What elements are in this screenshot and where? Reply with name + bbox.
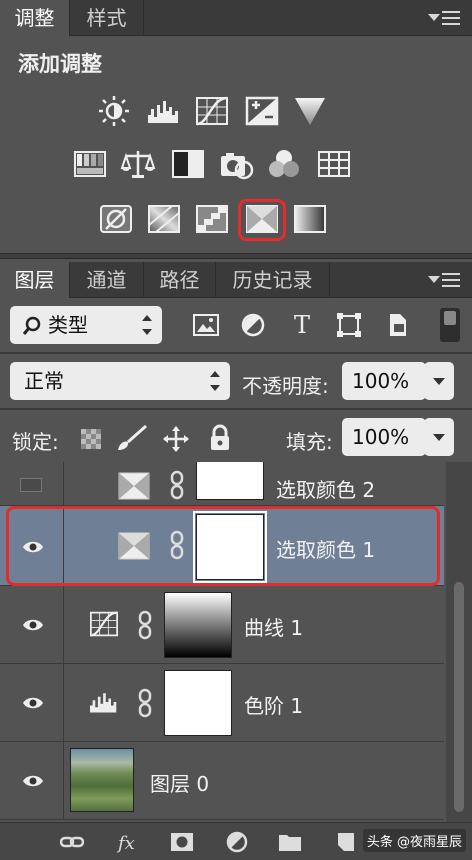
color-balance-icon[interactable] — [120, 148, 156, 180]
black-white-icon[interactable] — [170, 148, 206, 180]
eye-icon — [23, 697, 43, 709]
hue-saturation-icon[interactable] — [72, 148, 108, 180]
layer-image-thumbnail[interactable] — [70, 748, 134, 812]
lock-pixels-brush-icon[interactable] — [114, 424, 148, 452]
layer-mask-thumbnail[interactable] — [164, 670, 232, 736]
filter-adjustment-icon[interactable] — [240, 312, 266, 338]
layer-row[interactable]: 色阶 1 — [0, 664, 444, 742]
tab-channels[interactable]: 通道 — [70, 262, 144, 298]
chevron-updown-icon — [210, 371, 220, 391]
layer-filter-select[interactable]: 类型 — [10, 306, 162, 344]
layers-tabbar: 图层 通道 路径 历史记录 — [0, 262, 472, 298]
curves-icon[interactable] — [194, 95, 230, 127]
channel-mixer-icon[interactable] — [266, 148, 302, 180]
lock-all-icon[interactable] — [208, 424, 232, 452]
invert-icon[interactable] — [98, 203, 134, 235]
new-adjustment-layer-icon[interactable] — [226, 831, 250, 853]
divider — [0, 352, 472, 354]
layer-name[interactable]: 曲线 1 — [244, 612, 303, 641]
selective-color-layer-icon — [118, 472, 150, 500]
exposure-icon[interactable] — [244, 95, 280, 127]
photo-filter-icon[interactable] — [218, 148, 254, 180]
layer-row[interactable]: 选取颜色 2 — [0, 462, 444, 506]
levels-icon[interactable] — [146, 95, 182, 127]
new-group-folder-icon[interactable] — [278, 831, 302, 853]
layer-name[interactable]: 图层 0 — [150, 768, 209, 797]
selected-layer-highlight — [6, 506, 440, 586]
svg-text:fx: fx — [116, 833, 135, 853]
threshold-icon[interactable] — [194, 203, 230, 235]
brightness-contrast-icon[interactable] — [96, 95, 132, 127]
add-mask-icon[interactable] — [170, 831, 194, 853]
watermark: 头条 @夜雨星辰 — [362, 829, 466, 852]
blend-mode-select[interactable]: 正常 — [10, 362, 230, 400]
levels-layer-icon — [90, 693, 117, 713]
vibrance-icon[interactable] — [292, 95, 328, 127]
divider — [0, 408, 472, 410]
opacity-dropdown-button[interactable] — [424, 362, 454, 400]
filter-smart-object-icon[interactable] — [386, 312, 410, 338]
layer-name[interactable]: 色阶 1 — [244, 690, 303, 719]
eye-icon — [23, 619, 43, 631]
filter-pixel-icon[interactable] — [192, 312, 220, 338]
opacity-input[interactable]: 100% — [342, 362, 426, 400]
visibility-toggle[interactable] — [0, 664, 64, 741]
tab-layers[interactable]: 图层 — [0, 262, 70, 298]
link-chain-icon[interactable] — [138, 688, 152, 718]
layer-row[interactable]: 图层 0 — [0, 742, 444, 820]
posterize-icon[interactable] — [146, 203, 182, 235]
tab-paths[interactable]: 路径 — [144, 262, 216, 298]
panel-menu-icon[interactable] — [428, 8, 462, 28]
filter-toggle-switch[interactable] — [440, 308, 460, 342]
link-chain-icon[interactable] — [170, 470, 184, 500]
visibility-toggle[interactable] — [0, 742, 64, 819]
panel-menu-icon[interactable] — [428, 270, 462, 290]
lock-position-move-icon[interactable] — [162, 425, 190, 453]
visibility-toggle[interactable] — [0, 586, 64, 663]
add-adjustment-title: 添加调整 — [18, 52, 102, 76]
search-icon — [22, 316, 41, 335]
layer-style-fx-icon[interactable]: fx — [116, 831, 140, 853]
tab-styles[interactable]: 样式 — [70, 0, 144, 36]
color-lookup-icon[interactable] — [316, 148, 352, 180]
filter-type-icon[interactable]: T — [290, 311, 314, 337]
adjustments-tabbar: 调整 样式 — [0, 0, 472, 36]
lock-label: 锁定: — [12, 430, 59, 454]
layer-mask-thumbnail[interactable] — [196, 462, 264, 500]
link-chain-icon[interactable] — [138, 610, 152, 640]
layers-footer: fx 头条 @夜雨星辰 — [0, 822, 472, 860]
svg-text:T: T — [294, 311, 310, 337]
opacity-label: 不透明度: — [242, 374, 329, 398]
selected-adjustment-highlight — [238, 199, 286, 241]
scrollbar-thumb[interactable] — [454, 582, 464, 812]
lock-transparent-icon[interactable] — [80, 428, 102, 450]
fill-label: 填充: — [286, 430, 333, 454]
gradient-map-icon[interactable] — [292, 203, 328, 235]
new-layer-icon[interactable] — [334, 831, 358, 853]
blend-mode-value: 正常 — [24, 369, 64, 393]
tab-adjustments[interactable]: 调整 — [0, 0, 70, 36]
curves-layer-icon — [90, 611, 118, 637]
visibility-toggle[interactable] — [0, 462, 64, 505]
chevron-updown-icon — [142, 315, 152, 335]
link-layers-icon[interactable] — [60, 831, 84, 853]
fill-dropdown-button[interactable] — [424, 418, 454, 456]
tab-history[interactable]: 历史记录 — [216, 262, 330, 298]
layer-filter-label: 类型 — [48, 313, 88, 337]
panel-divider — [0, 253, 472, 259]
fill-input[interactable]: 100% — [342, 418, 426, 456]
layers-scrollbar[interactable] — [446, 462, 472, 822]
layer-name[interactable]: 选取颜色 2 — [276, 474, 375, 503]
eye-icon — [23, 775, 43, 787]
filter-shape-icon[interactable] — [336, 312, 362, 338]
layer-row[interactable]: 曲线 1 — [0, 586, 444, 664]
layer-mask-thumbnail[interactable] — [164, 592, 232, 658]
